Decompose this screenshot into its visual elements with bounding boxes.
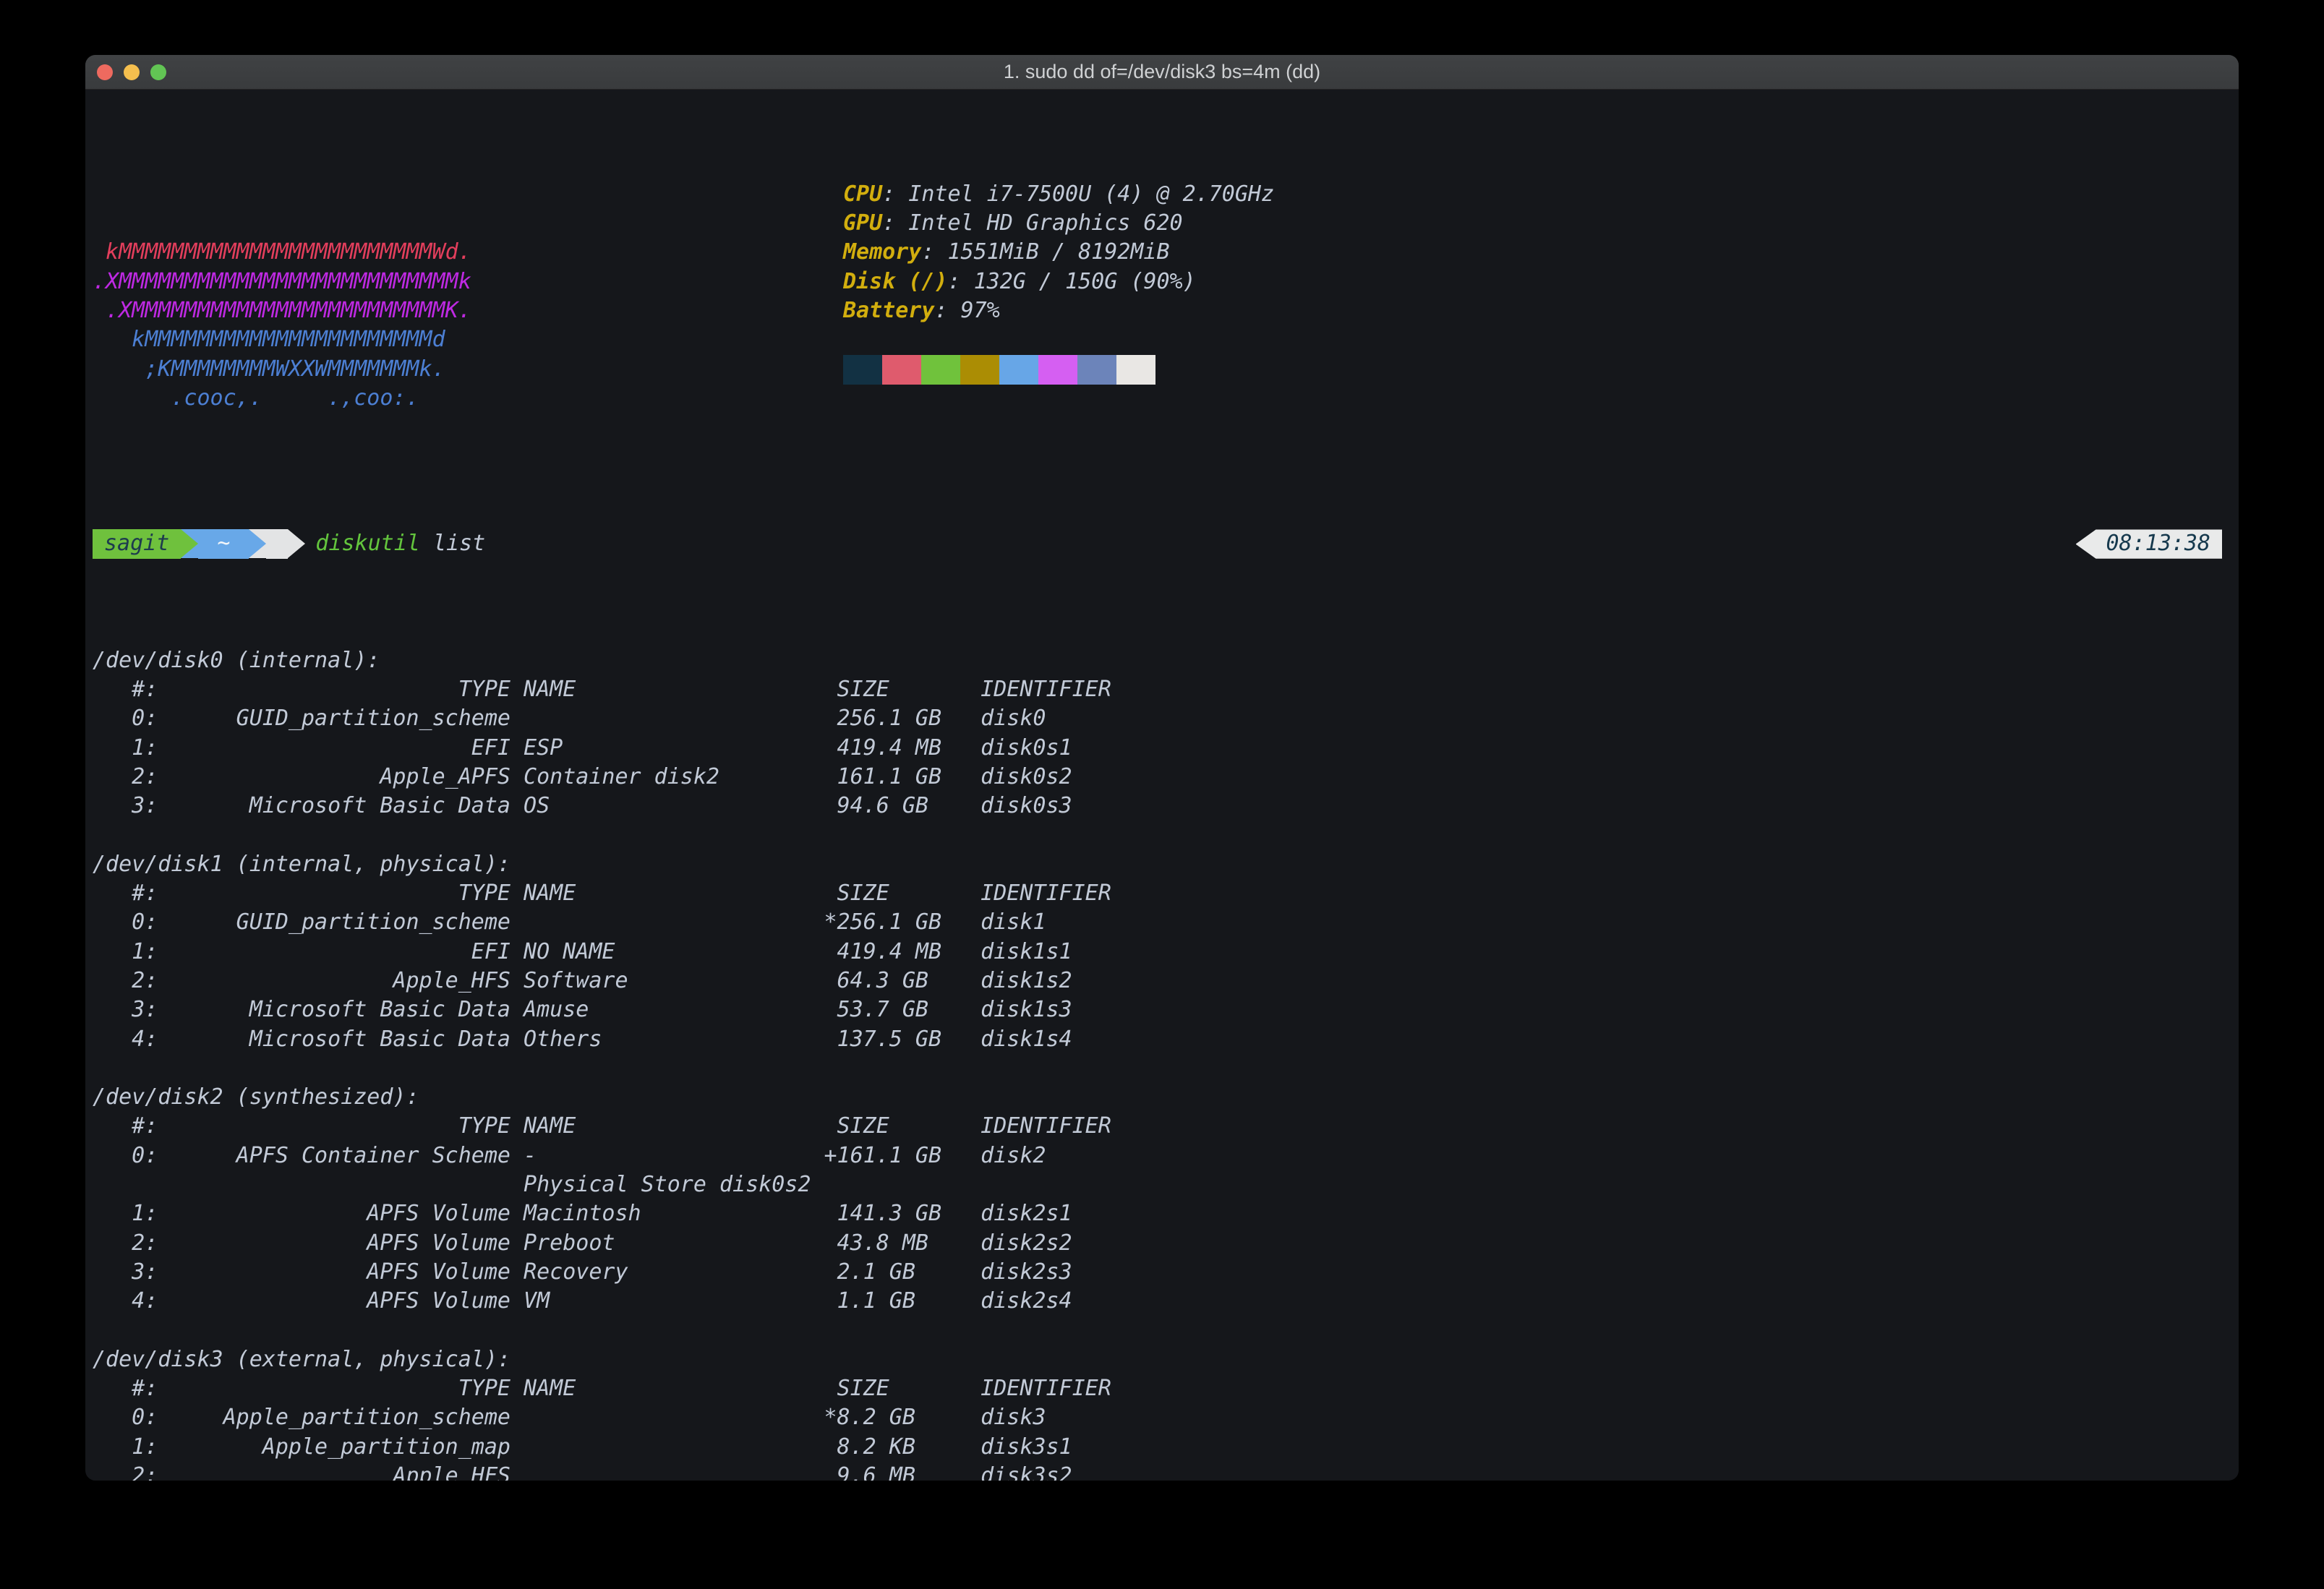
prompt-chevron [266,529,288,558]
powerline-arrow-icon [181,529,198,558]
info-value: : Intel HD Graphics 620 [882,210,1182,236]
info-value: : 97% [934,298,999,323]
terminal-content[interactable]: kMMMMMMMMMMMMMMMMMMMMMMMMWd. .XMMMMMMMMM… [85,90,2239,1481]
powerline-arrow-icon [249,529,266,558]
ascii-line: ;KMMMMMMMMWXXWMMMMMMMk. [93,356,445,382]
palette-swatch [1038,355,1077,385]
prompt-path: ~ [198,529,249,558]
minimize-button[interactable] [124,64,140,80]
palette-swatch [843,355,882,385]
ascii-line: .cooc,. .,coo:. [93,385,419,411]
titlebar[interactable]: 1. sudo dd of=/dev/disk3 bs=4m (dd) [85,55,2239,90]
command-text: diskutil list [315,529,485,558]
palette-swatch [882,355,921,385]
info-value: : Intel i7-7500U (4) @ 2.70GHz [882,181,1274,207]
info-value: : 1551MiB / 8192MiB [921,239,1169,265]
ascii-line: kMMMMMMMMMMMMMMMMMMMMMMd [93,327,445,352]
palette-swatch [960,355,999,385]
close-button[interactable] [97,64,113,80]
palette-swatch [1116,355,1155,385]
diskutil-output: /dev/disk0 (internal): #: TYPE NAME SIZE… [93,646,2231,1481]
palette-swatch [1077,355,1116,385]
ascii-line: .XMMMMMMMMMMMMMMMMMMMMMMMMK. [93,298,471,323]
info-line: GPU: Intel HD Graphics 620 [843,209,1274,238]
window-title: 1. sudo dd of=/dev/disk3 bs=4m (dd) [1004,61,1320,83]
info-line: Memory: 1551MiB / 8192MiB [843,238,1274,267]
system-info: CPU: Intel i7-7500U (4) @ 2.70GHzGPU: In… [843,180,1274,325]
timestamp-badge: 08:13:38 [2076,529,2223,558]
info-label: Memory [843,239,921,265]
ascii-line: .XMMMMMMMMMMMMMMMMMMMMMMMMMMk [93,269,471,294]
info-label: CPU [843,181,882,207]
zoom-button[interactable] [150,64,166,80]
terminal-window: 1. sudo dd of=/dev/disk3 bs=4m (dd) kMMM… [85,55,2239,1481]
powerline-arrow-icon [288,529,305,558]
info-label: Disk (/) [843,269,948,294]
palette-swatch [999,355,1038,385]
command-segment: diskutil [315,531,420,556]
info-line: CPU: Intel i7-7500U (4) @ 2.70GHz [843,180,1274,209]
info-value: : 132G / 150G (90%) [948,269,1196,294]
info-line: Disk (/): 132G / 150G (90%) [843,267,1274,296]
info-label: GPU [843,210,882,236]
traffic-lights [97,55,166,90]
powerline-prompt: sagit ~ [93,529,305,558]
palette-swatch [921,355,960,385]
info-label: Battery [843,298,934,323]
ascii-line: kMMMMMMMMMMMMMMMMMMMMMMMMWd. [93,239,471,265]
prompt-user: sagit [93,529,181,558]
neofetch-block: kMMMMMMMMMMMMMMMMMMMMMMMMWd. .XMMMMMMMMM… [93,180,2231,442]
command-segment: list [420,531,485,556]
prompt-line-1: sagit ~ diskutil list 08:13:38 [93,529,2231,558]
info-line: Battery: 97% [843,296,1274,325]
color-palette [843,355,1155,385]
